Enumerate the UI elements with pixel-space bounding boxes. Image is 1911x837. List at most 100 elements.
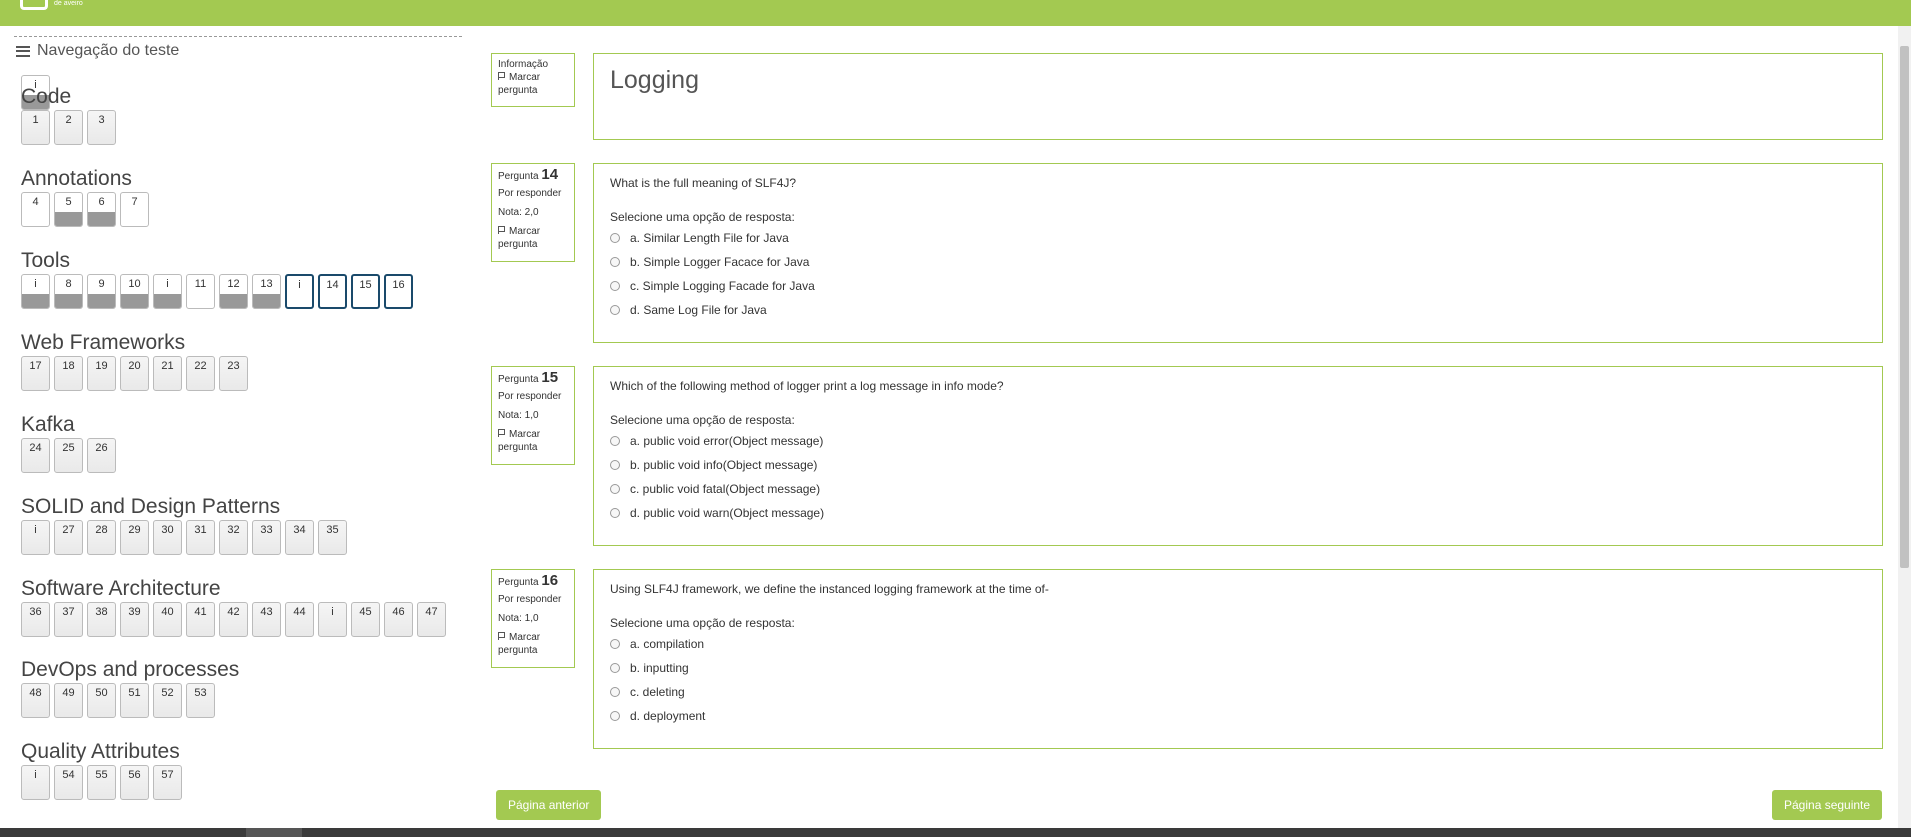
- nav-question-button[interactable]: 20: [120, 356, 149, 391]
- nav-question-button[interactable]: 52: [153, 683, 182, 718]
- nav-question-button[interactable]: 1: [21, 110, 50, 145]
- flag-question-link[interactable]: Marcar pergunta: [498, 631, 568, 657]
- nav-question-button[interactable]: i: [285, 274, 314, 309]
- nav-question-button[interactable]: 16: [384, 274, 413, 309]
- nav-question-button[interactable]: 31: [186, 520, 215, 555]
- nav-question-button[interactable]: 37: [54, 602, 83, 637]
- radio-button[interactable]: [610, 436, 620, 446]
- nav-question-button[interactable]: 35: [318, 520, 347, 555]
- radio-button[interactable]: [610, 711, 620, 721]
- answer-option-label[interactable]: c. deleting: [630, 685, 685, 699]
- next-page-button[interactable]: Página seguinte: [1772, 790, 1883, 820]
- nav-question-button[interactable]: 53: [186, 683, 215, 718]
- nav-question-button[interactable]: 56: [120, 765, 149, 800]
- nav-question-button[interactable]: 33: [252, 520, 281, 555]
- nav-question-button[interactable]: 4: [21, 192, 50, 227]
- nav-question-button[interactable]: 51: [120, 683, 149, 718]
- nav-question-button[interactable]: i: [21, 520, 50, 555]
- nav-question-button[interactable]: 27: [54, 520, 83, 555]
- flag-question-link[interactable]: Marcar pergunta: [498, 71, 568, 97]
- nav-question-button[interactable]: 11: [186, 274, 215, 309]
- nav-question-button[interactable]: 18: [54, 356, 83, 391]
- nav-question-button[interactable]: 50: [87, 683, 116, 718]
- nav-question-button[interactable]: 25: [54, 438, 83, 473]
- university-logo-icon[interactable]: [20, 0, 48, 10]
- nav-question-button[interactable]: 9: [87, 274, 116, 309]
- nav-question-button[interactable]: 46: [384, 602, 413, 637]
- nav-question-button[interactable]: 3: [87, 110, 116, 145]
- nav-question-button[interactable]: 14: [318, 274, 347, 309]
- nav-question-button[interactable]: i: [21, 274, 50, 309]
- answer-option-label[interactable]: a. Similar Length File for Java: [630, 231, 789, 245]
- nav-question-button[interactable]: 54: [54, 765, 83, 800]
- flag-question-link[interactable]: Marcar pergunta: [498, 225, 568, 251]
- answer-option-label[interactable]: b. Simple Logger Facace for Java: [630, 255, 809, 269]
- answer-option-label[interactable]: a. public void error(Object message): [630, 434, 823, 448]
- flag-question-link[interactable]: Marcar pergunta: [498, 428, 568, 454]
- answer-option[interactable]: d. deployment: [610, 704, 1866, 728]
- answer-option[interactable]: c. deleting: [610, 680, 1866, 704]
- answer-option[interactable]: a. Similar Length File for Java: [610, 226, 1866, 250]
- radio-button[interactable]: [610, 233, 620, 243]
- answer-option-label[interactable]: d. deployment: [630, 709, 705, 723]
- radio-button[interactable]: [610, 305, 620, 315]
- nav-question-button[interactable]: 34: [285, 520, 314, 555]
- nav-question-button[interactable]: 2: [54, 110, 83, 145]
- radio-button[interactable]: [610, 257, 620, 267]
- nav-question-button[interactable]: 36: [21, 602, 50, 637]
- answer-option-label[interactable]: d. Same Log File for Java: [630, 303, 767, 317]
- radio-button[interactable]: [610, 508, 620, 518]
- nav-question-button[interactable]: 30: [153, 520, 182, 555]
- nav-question-button[interactable]: 23: [219, 356, 248, 391]
- previous-page-button[interactable]: Página anterior: [496, 790, 602, 820]
- nav-question-button[interactable]: 12: [219, 274, 248, 309]
- answer-option[interactable]: d. Same Log File for Java: [610, 298, 1866, 322]
- nav-question-button[interactable]: 45: [351, 602, 380, 637]
- taskbar-item[interactable]: [246, 828, 302, 837]
- nav-question-button[interactable]: 10: [120, 274, 149, 309]
- nav-question-button[interactable]: 48: [21, 683, 50, 718]
- answer-option[interactable]: b. Simple Logger Facace for Java: [610, 250, 1866, 274]
- nav-question-button[interactable]: 13: [252, 274, 281, 309]
- nav-question-button[interactable]: 55: [87, 765, 116, 800]
- nav-question-button[interactable]: 29: [120, 520, 149, 555]
- answer-option[interactable]: c. Simple Logging Facade for Java: [610, 274, 1866, 298]
- nav-question-button[interactable]: 21: [153, 356, 182, 391]
- answer-option[interactable]: d. public void warn(Object message): [610, 501, 1866, 525]
- nav-question-button[interactable]: 5: [54, 192, 83, 227]
- nav-question-button[interactable]: i: [318, 602, 347, 637]
- nav-question-button[interactable]: 6: [87, 192, 116, 227]
- nav-question-button[interactable]: 15: [351, 274, 380, 309]
- nav-question-button[interactable]: 43: [252, 602, 281, 637]
- nav-question-button[interactable]: 57: [153, 765, 182, 800]
- answer-option-label[interactable]: a. compilation: [630, 637, 704, 651]
- radio-button[interactable]: [610, 663, 620, 673]
- nav-question-button[interactable]: 8: [54, 274, 83, 309]
- radio-button[interactable]: [610, 460, 620, 470]
- nav-question-button[interactable]: 42: [219, 602, 248, 637]
- nav-question-button[interactable]: 7: [120, 192, 149, 227]
- radio-button[interactable]: [610, 639, 620, 649]
- nav-question-button[interactable]: 40: [153, 602, 182, 637]
- nav-question-button[interactable]: i: [21, 765, 50, 800]
- nav-question-button[interactable]: i: [153, 274, 182, 309]
- answer-option-label[interactable]: d. public void warn(Object message): [630, 506, 824, 520]
- answer-option-label[interactable]: c. public void fatal(Object message): [630, 482, 820, 496]
- radio-button[interactable]: [610, 687, 620, 697]
- scrollbar-thumb[interactable]: [1900, 46, 1909, 568]
- nav-question-button[interactable]: 28: [87, 520, 116, 555]
- nav-question-button[interactable]: 47: [417, 602, 446, 637]
- answer-option[interactable]: a. compilation: [610, 632, 1866, 656]
- answer-option[interactable]: b. inputting: [610, 656, 1866, 680]
- radio-button[interactable]: [610, 281, 620, 291]
- nav-question-button[interactable]: 38: [87, 602, 116, 637]
- answer-option[interactable]: a. public void error(Object message): [610, 429, 1866, 453]
- nav-question-button[interactable]: 19: [87, 356, 116, 391]
- nav-question-button[interactable]: 17: [21, 356, 50, 391]
- answer-option-label[interactable]: b. inputting: [630, 661, 689, 675]
- page-scrollbar[interactable]: [1898, 26, 1911, 828]
- nav-question-button[interactable]: 49: [54, 683, 83, 718]
- nav-question-button[interactable]: 44: [285, 602, 314, 637]
- nav-question-button[interactable]: 41: [186, 602, 215, 637]
- radio-button[interactable]: [610, 484, 620, 494]
